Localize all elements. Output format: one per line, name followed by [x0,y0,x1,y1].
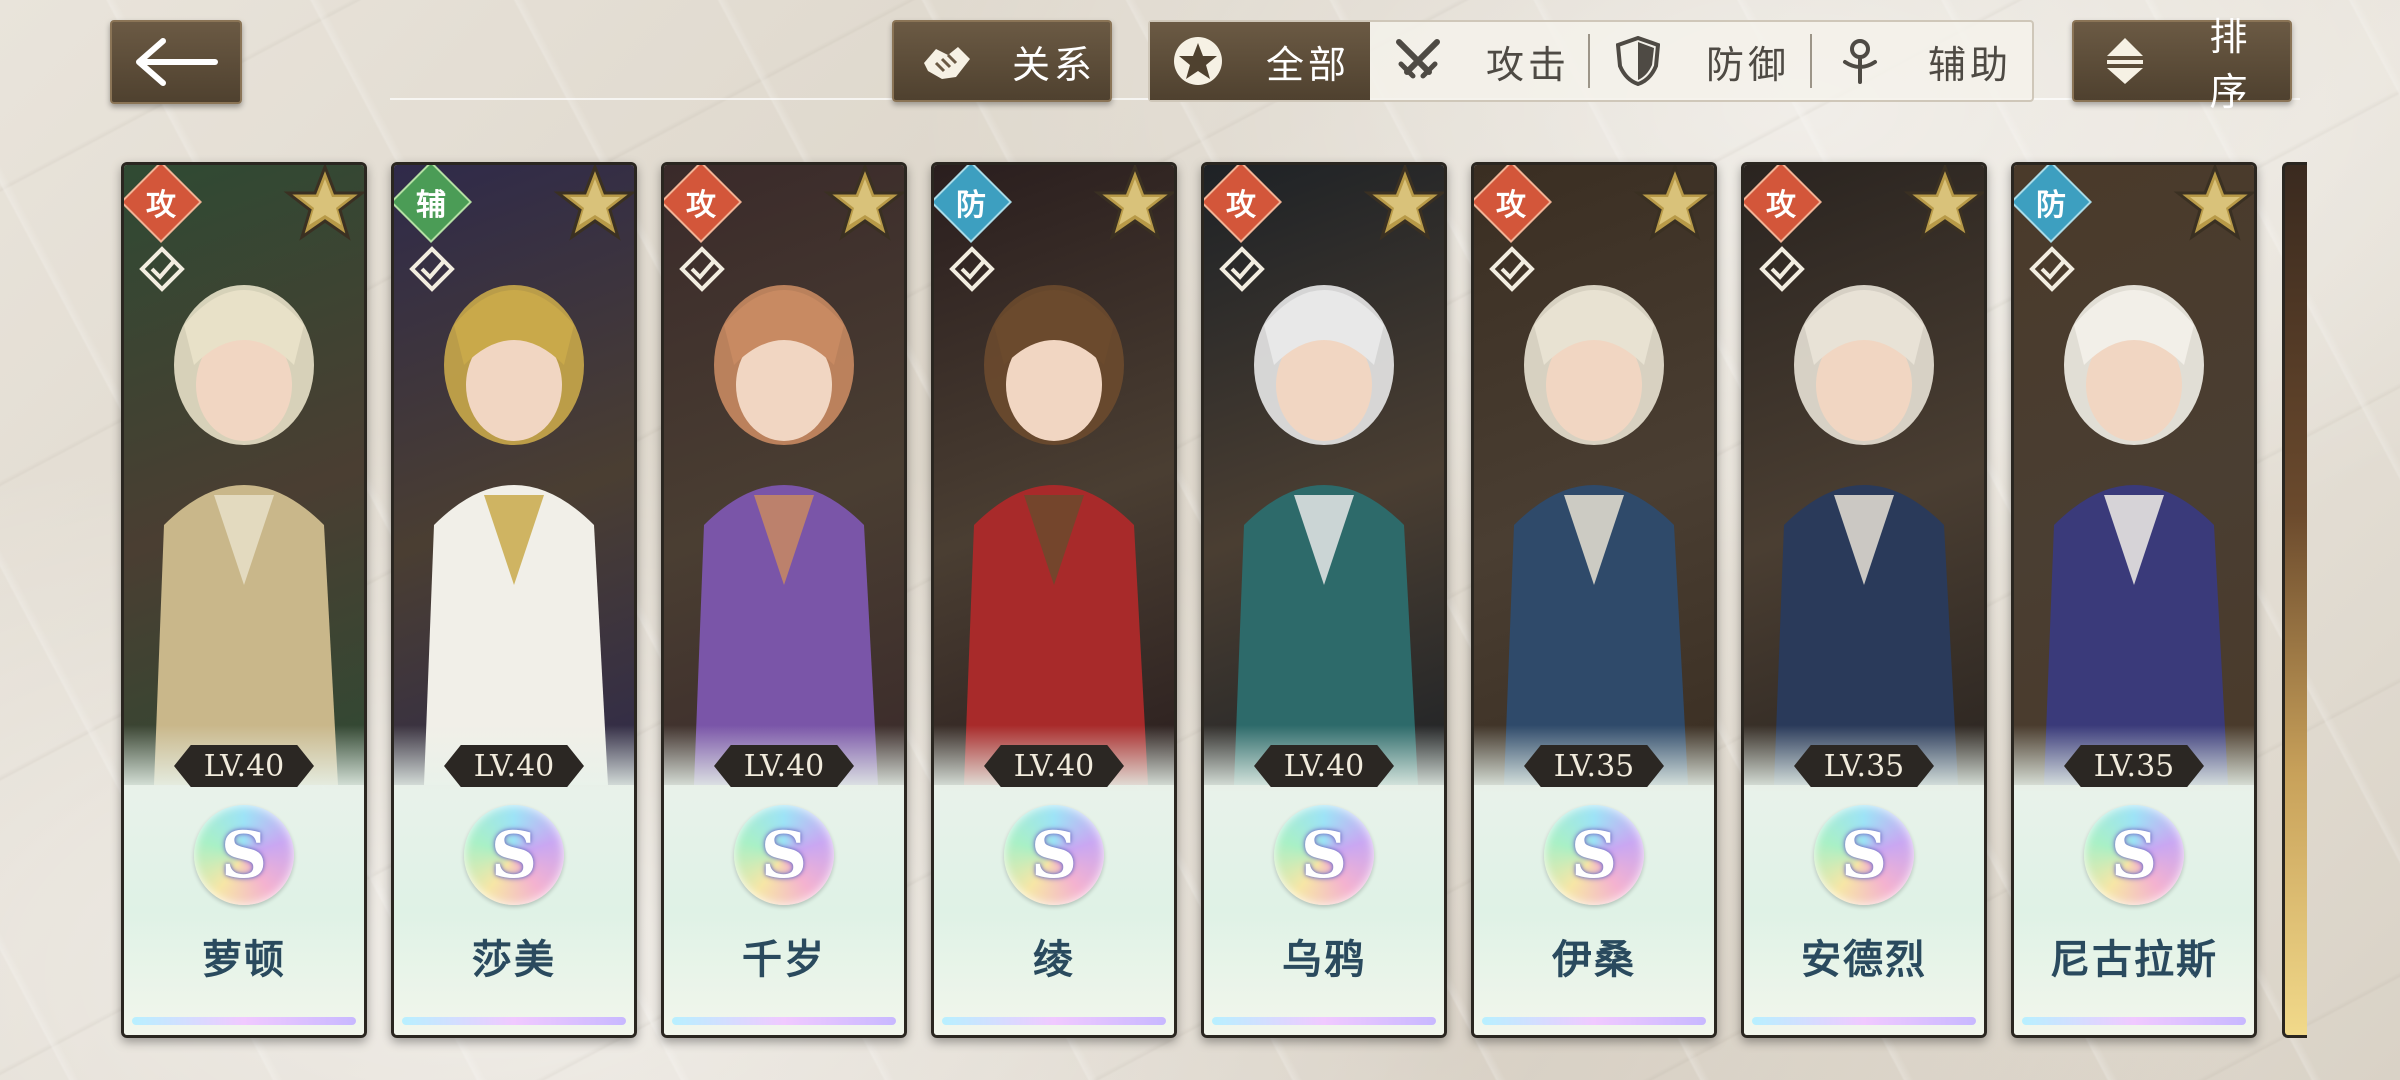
tab-all-label: 全部 [1266,42,1351,87]
card-bottom-bar [1752,1017,1976,1025]
character-card[interactable]: 攻 LV.35 S 安德烈 [1741,162,1987,1038]
level-badge: LV.40 [984,745,1124,787]
level-badge: LV.40 [714,745,854,787]
level-badge: LV.35 [1524,745,1664,787]
check-badge-icon [2029,246,2075,292]
sort-button[interactable]: 排序 [2072,15,2292,114]
role-badge: 辅 [394,165,470,241]
character-name: 伊桑 [1552,937,1636,983]
rank-s-icon: S [734,805,834,905]
character-card[interactable]: 辅 LV.40 S 莎美 [391,162,637,1038]
rank-s-icon: S [464,805,564,905]
sort-label: 排序 [2209,15,2252,114]
character-name: 绫 [1033,937,1075,983]
character-name: 安德烈 [1801,937,1927,983]
staff-icon [1832,33,1888,89]
check-badge-icon [949,246,995,292]
relation-label: 关系 [1012,42,1097,87]
role-badge: 攻 [1474,165,1550,241]
sort-arrows-icon [2096,31,2154,91]
card-bottom-bar [2022,1017,2246,1025]
tab-defense-label: 防御 [1706,42,1791,87]
character-card[interactable]: 攻 LV.40 S 千岁 [661,162,907,1038]
character-card[interactable]: 攻 LV.40 S 乌鸦 [1201,162,1447,1038]
rank-s-icon: S [1814,805,1914,905]
check-badge-icon [679,246,725,292]
level-badge: LV.35 [2064,745,2204,787]
star-icon [1363,165,1444,241]
star-icon [823,165,904,241]
star-icon [283,165,364,241]
role-badge: 攻 [124,165,200,241]
crossed-swords-icon [1390,33,1446,89]
handshake-icon [916,31,976,91]
tab-attack[interactable]: 攻击 [1370,22,1590,100]
card-bottom-bar [1212,1017,1436,1025]
character-name: 萝顿 [202,937,286,983]
character-card-partial[interactable] [2282,162,2307,1038]
character-card[interactable]: 攻 LV.35 S 伊桑 [1471,162,1717,1038]
check-badge-icon [1489,246,1535,292]
tab-support-label: 辅助 [1928,42,2013,87]
character-name: 尼古拉斯 [2050,937,2218,983]
card-bottom-bar [402,1017,626,1025]
check-badge-icon [1219,246,1265,292]
character-name: 莎美 [472,937,556,983]
level-badge: LV.40 [1254,745,1394,787]
check-badge-icon [409,246,455,292]
rank-s-icon: S [194,805,294,905]
tab-all[interactable]: 全部 [1150,22,1370,100]
card-bottom-bar [132,1017,356,1025]
level-badge: LV.40 [444,745,584,787]
check-badge-icon [1759,246,1805,292]
tab-support[interactable]: 辅助 [1812,22,2032,100]
role-filter-tabs: 全部 攻击 防御 辅助 [1148,20,2034,102]
star-icon [1903,165,1984,241]
role-badge: 防 [2014,165,2090,241]
level-badge: LV.35 [1794,745,1934,787]
star-icon [553,165,634,241]
character-card[interactable]: 防 LV.35 S 尼古拉斯 [2011,162,2257,1038]
role-badge: 防 [934,165,1010,241]
star-icon [1093,165,1174,241]
tab-attack-label: 攻击 [1486,42,1571,87]
card-bottom-bar [942,1017,1166,1025]
role-badge: 攻 [1204,165,1280,241]
role-badge: 攻 [664,165,740,241]
star-icon [2173,165,2254,241]
shield-icon [1610,33,1666,89]
relation-button[interactable]: 关系 [892,20,1112,102]
character-name: 千岁 [742,937,826,983]
rank-s-icon: S [1544,805,1644,905]
character-card[interactable]: 防 LV.40 S 绫 [931,162,1177,1038]
role-badge: 攻 [1744,165,1820,241]
star-icon [1633,165,1714,241]
level-badge: LV.40 [174,745,314,787]
back-button[interactable] [110,20,242,104]
tab-defense[interactable]: 防御 [1590,22,1812,100]
rank-s-icon: S [1004,805,1104,905]
card-bottom-bar [1482,1017,1706,1025]
character-card[interactable]: 攻 LV.40 S 萝顿 [121,162,367,1038]
rank-s-icon: S [2084,805,2184,905]
character-name: 乌鸦 [1282,937,1366,983]
rank-s-icon: S [1274,805,1374,905]
star-circle-icon [1170,33,1226,89]
check-badge-icon [139,246,185,292]
card-bottom-bar [672,1017,896,1025]
arrow-left-icon [136,38,218,86]
